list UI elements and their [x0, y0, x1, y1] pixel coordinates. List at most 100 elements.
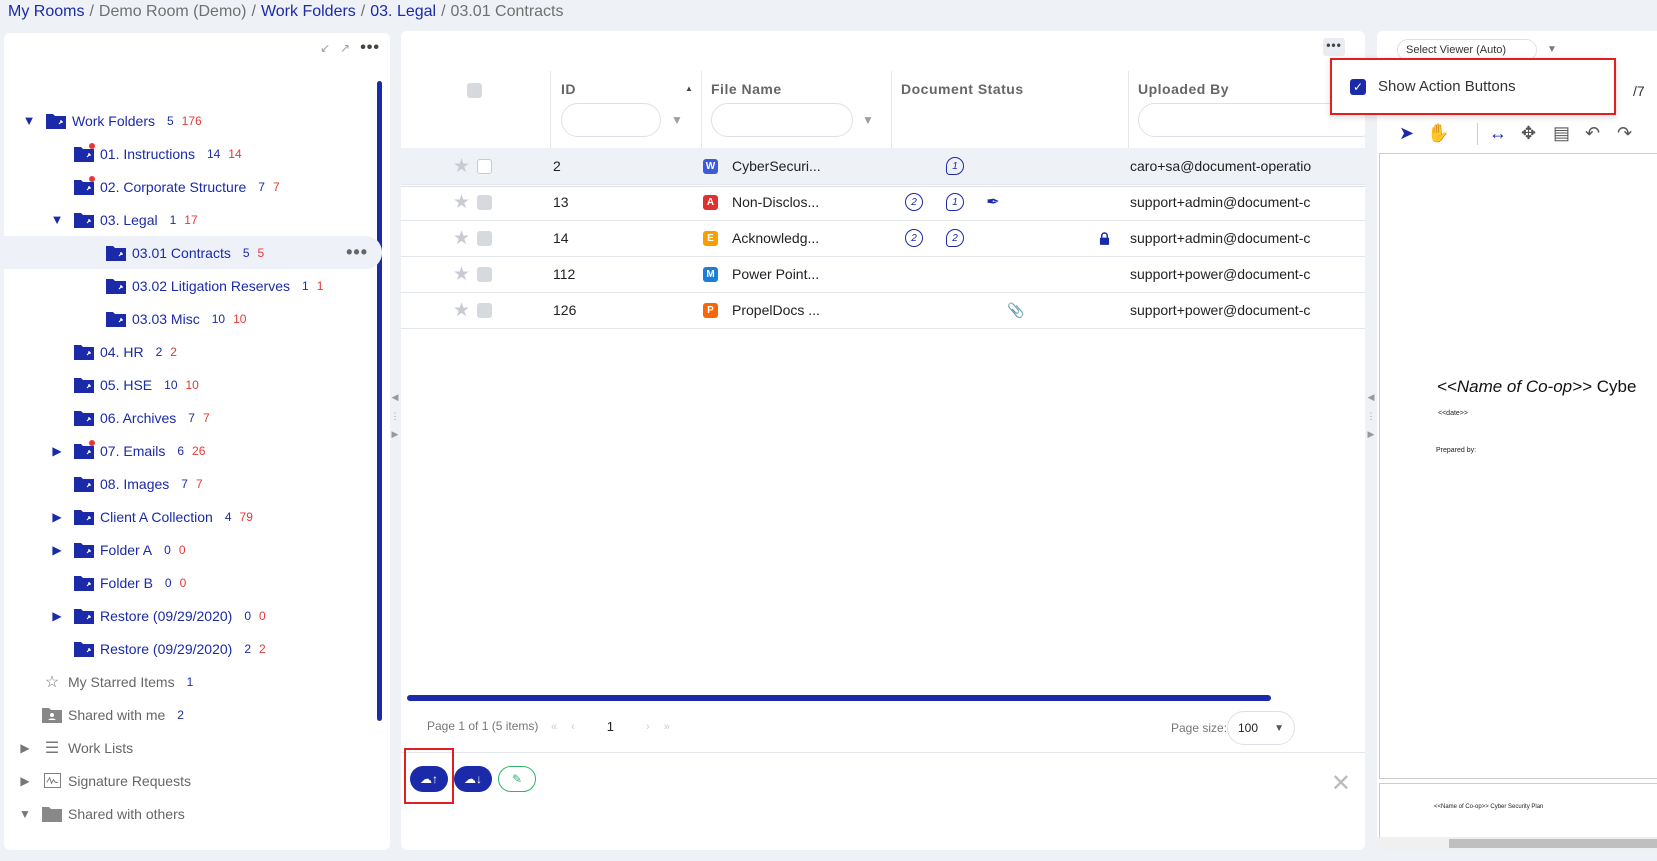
current-page[interactable]: 1: [607, 719, 614, 734]
row-more-icon[interactable]: •••: [346, 242, 368, 263]
column-header-document-status[interactable]: Document Status: [901, 81, 1024, 97]
column-header-uploaded-by[interactable]: Uploaded By: [1138, 81, 1229, 97]
pan-hand-icon[interactable]: ✋: [1427, 123, 1449, 144]
cell-file-name[interactable]: M Power Point...: [703, 256, 819, 292]
caret-down-icon[interactable]: ▼: [22, 113, 36, 128]
show-action-buttons-label[interactable]: Show Action Buttons: [1378, 78, 1516, 95]
tree-item-shared-with-me[interactable]: Shared with me 2: [4, 698, 382, 731]
page-size-select[interactable]: 100 ▼: [1227, 711, 1295, 745]
caret-right-icon[interactable]: ▶: [50, 444, 64, 458]
star-icon[interactable]: ★: [453, 220, 470, 256]
tree-item-folder-a[interactable]: ▶ Folder A 0 0: [4, 533, 382, 566]
caret-right-icon[interactable]: ▶: [50, 510, 64, 524]
column-header-id[interactable]: ID: [561, 81, 576, 97]
collapse-left-icon[interactable]: ◀: [392, 392, 399, 403]
fit-page-icon[interactable]: ▤: [1553, 123, 1570, 144]
tree-item-restore-1[interactable]: ▶ Restore (09/29/2020) 0 0: [4, 599, 382, 632]
scrollbar-thumb[interactable]: [1449, 839, 1657, 848]
select-all-checkbox[interactable]: [467, 83, 482, 98]
filter-icon[interactable]: ▼: [671, 113, 683, 127]
cell-file-name[interactable]: W CyberSecuri...: [703, 148, 821, 184]
star-icon[interactable]: ★: [453, 292, 470, 328]
star-icon[interactable]: ★: [453, 148, 470, 184]
close-icon[interactable]: ✕: [1331, 769, 1351, 798]
prev-page-icon[interactable]: ‹: [571, 721, 575, 733]
caret-right-icon[interactable]: ▶: [18, 774, 32, 788]
row-checkbox[interactable]: [477, 195, 492, 210]
tree-item-litigation-reserves[interactable]: 03.02 Litigation Reserves 1 1: [4, 269, 382, 302]
expand-right-icon[interactable]: ▶: [392, 429, 399, 440]
rotate-right-icon[interactable]: ↷: [1617, 123, 1632, 144]
first-page-icon[interactable]: «: [551, 721, 557, 733]
breadcrumb-demo-room[interactable]: Demo Room (Demo): [99, 3, 247, 21]
tree-item-client-a-collection[interactable]: ▶ Client A Collection 4 79: [4, 500, 382, 533]
cell-file-name[interactable]: P PropelDocs ...: [703, 292, 820, 328]
tree-item-hr[interactable]: 04. HR 2 2: [4, 335, 382, 368]
expand-right-icon[interactable]: ▶: [1368, 429, 1375, 440]
table-row[interactable]: ★ 112 M Power Point... support+power@docu…: [401, 256, 1365, 293]
tree-item-shared-with-others[interactable]: ▼ Shared with others: [4, 797, 382, 830]
caret-right-icon[interactable]: ▶: [50, 609, 64, 623]
download-button[interactable]: ☁↓: [454, 766, 492, 792]
pointer-icon[interactable]: ➤: [1399, 123, 1414, 144]
tree-item-contracts[interactable]: 03.01 Contracts 5 5 •••: [4, 236, 382, 269]
tree-item-emails[interactable]: ▶ 07. Emails 6 26: [4, 434, 382, 467]
right-splitter[interactable]: ◀ ⋮ ▶: [1367, 392, 1376, 440]
versions-icon[interactable]: 2: [905, 193, 923, 211]
comment-icon[interactable]: 1: [946, 193, 964, 211]
sort-asc-icon[interactable]: ▲: [685, 84, 693, 93]
chevron-down-icon[interactable]: ▼: [1547, 44, 1557, 55]
tree-item-restore-2[interactable]: Restore (09/29/2020) 2 2: [4, 632, 382, 665]
tree-item-starred[interactable]: ☆ My Starred Items 1: [4, 665, 382, 698]
tree-item-signature-requests[interactable]: ▶ Signature Requests: [4, 764, 382, 797]
table-row[interactable]: ★ 13 A Non-Disclos... 2 1 ✒ support+admin…: [401, 184, 1365, 221]
table-row[interactable]: ★ 126 P PropelDocs ... 📎 support+power@do…: [401, 292, 1365, 329]
tree-item-corporate-structure[interactable]: 02. Corporate Structure 7 7: [4, 170, 382, 203]
id-filter-input[interactable]: [561, 103, 661, 137]
viewer-horizontal-scrollbar[interactable]: [1377, 837, 1657, 850]
tree-item-misc[interactable]: 03.03 Misc 10 10: [4, 302, 382, 335]
edit-button[interactable]: ✎: [498, 766, 536, 792]
rotate-left-icon[interactable]: ↶: [1585, 123, 1600, 144]
table-row[interactable]: ★ 14 E Acknowledg... 2 2 support+admin@do…: [401, 220, 1365, 257]
show-action-buttons-checkbox[interactable]: ✓: [1350, 78, 1366, 95]
comment-icon[interactable]: 2: [946, 229, 964, 247]
tree-more-icon[interactable]: •••: [360, 39, 380, 57]
tree-item-work-lists[interactable]: ▶ ☰ Work Lists: [4, 731, 382, 764]
left-splitter[interactable]: ◀ ⋮ ▶: [391, 392, 400, 440]
lock-icon[interactable]: [1095, 229, 1113, 247]
tree-item-instructions[interactable]: 01. Instructions 14 14: [4, 137, 382, 170]
last-page-icon[interactable]: »: [664, 721, 670, 733]
breadcrumb-work-folders[interactable]: Work Folders: [261, 3, 356, 21]
caret-down-icon[interactable]: ▼: [50, 212, 64, 227]
file-name-filter-input[interactable]: [711, 103, 853, 137]
caret-right-icon[interactable]: ▶: [18, 741, 32, 755]
row-checkbox[interactable]: [477, 303, 492, 318]
tree-item-work-folders[interactable]: ▼ Work Folders 5 176: [4, 104, 382, 137]
breadcrumb-my-rooms[interactable]: My Rooms: [8, 3, 84, 21]
star-icon[interactable]: ★: [453, 184, 470, 220]
column-header-file-name[interactable]: File Name: [711, 81, 782, 97]
fit-width-icon[interactable]: ↔: [1489, 123, 1507, 144]
cell-file-name[interactable]: A Non-Disclos...: [703, 184, 819, 220]
expand-icon[interactable]: ↗: [340, 41, 350, 55]
attachment-icon[interactable]: 📎: [1007, 301, 1025, 319]
tree-item-images[interactable]: 08. Images 7 7: [4, 467, 382, 500]
breadcrumb-legal[interactable]: 03. Legal: [370, 3, 436, 21]
tree-item-archives[interactable]: 06. Archives 7 7: [4, 401, 382, 434]
table-row[interactable]: ★ 2 W CyberSecuri... 1 caro+sa@document-o…: [401, 148, 1365, 185]
versions-icon[interactable]: 2: [905, 229, 923, 247]
collapse-left-icon[interactable]: ◀: [1368, 392, 1375, 403]
caret-down-icon[interactable]: ▼: [18, 807, 32, 821]
tree-item-folder-b[interactable]: Folder B 0 0: [4, 566, 382, 599]
filter-icon[interactable]: ▼: [862, 113, 874, 127]
grid-horizontal-scrollbar[interactable]: [407, 695, 1271, 701]
row-checkbox[interactable]: [477, 267, 492, 282]
caret-right-icon[interactable]: ▶: [50, 543, 64, 557]
star-icon[interactable]: ★: [453, 256, 470, 292]
tree-item-hse[interactable]: 05. HSE 10 10: [4, 368, 382, 401]
next-page-icon[interactable]: ›: [646, 721, 650, 733]
cell-file-name[interactable]: E Acknowledg...: [703, 220, 819, 256]
tree-item-legal[interactable]: ▼ 03. Legal 1 17: [4, 203, 382, 236]
document-page[interactable]: <<Name of Co-op>> Cybe <<date>> Prepared…: [1379, 153, 1657, 779]
